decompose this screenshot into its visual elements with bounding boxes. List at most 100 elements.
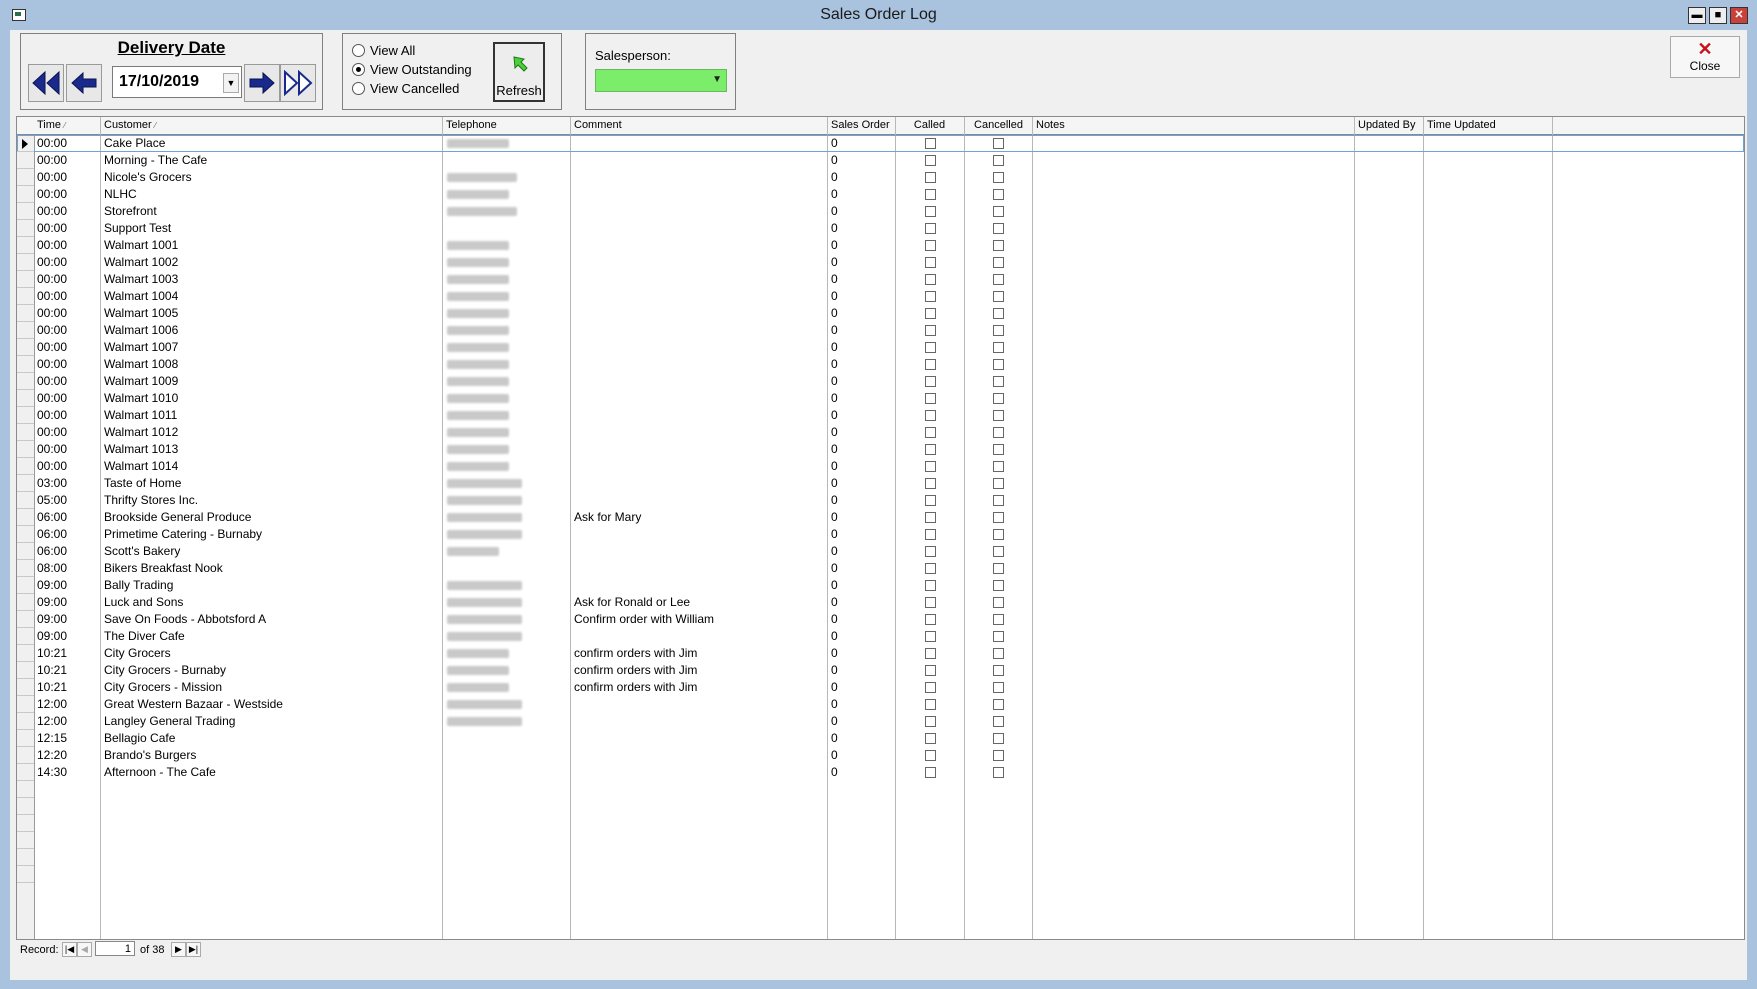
cancelled-checkbox[interactable] [993, 597, 1004, 608]
time-cell[interactable]: 06:00 [34, 509, 100, 526]
record-selector[interactable] [17, 594, 34, 611]
date-dropdown-icon[interactable]: ▼ [223, 73, 239, 93]
telephone-cell[interactable] [443, 237, 570, 254]
notes-cell[interactable] [1033, 152, 1354, 169]
telephone-cell[interactable] [443, 203, 570, 220]
telephone-cell[interactable] [443, 492, 570, 509]
called-checkbox[interactable] [925, 308, 936, 319]
telephone-cell[interactable] [443, 645, 570, 662]
table-row[interactable]: 00:00 NLHC 0 [17, 186, 1744, 203]
notes-cell[interactable] [1033, 475, 1354, 492]
comment-cell[interactable] [571, 764, 827, 781]
called-checkbox[interactable] [925, 172, 936, 183]
comment-cell[interactable] [571, 254, 827, 271]
telephone-cell[interactable] [443, 254, 570, 271]
time-cell[interactable]: 03:00 [34, 475, 100, 492]
maximize-button[interactable]: ■ [1709, 7, 1727, 24]
table-row[interactable]: 00:00 Walmart 1001 0 [17, 237, 1744, 254]
time-cell[interactable]: 12:00 [34, 696, 100, 713]
record-selector[interactable] [17, 509, 34, 526]
called-checkbox[interactable] [925, 767, 936, 778]
time-cell[interactable]: 09:00 [34, 594, 100, 611]
previous-record-button[interactable]: ◀ [77, 942, 92, 957]
comment-cell[interactable]: Confirm order with William [571, 611, 827, 628]
notes-cell[interactable] [1033, 169, 1354, 186]
sales-order-cell[interactable]: 0 [828, 628, 895, 645]
time-cell[interactable]: 00:00 [34, 169, 100, 186]
updated-by-cell[interactable] [1355, 373, 1423, 390]
called-checkbox[interactable] [925, 733, 936, 744]
sales-order-cell[interactable]: 0 [828, 475, 895, 492]
time-updated-cell[interactable] [1424, 203, 1552, 220]
notes-cell[interactable] [1033, 237, 1354, 254]
time-updated-cell[interactable] [1424, 152, 1552, 169]
comment-cell[interactable] [571, 373, 827, 390]
comment-cell[interactable] [571, 186, 827, 203]
column-header-telephone[interactable]: Telephone [443, 117, 570, 134]
sales-order-cell[interactable]: 0 [828, 203, 895, 220]
comment-cell[interactable] [571, 339, 827, 356]
updated-by-cell[interactable] [1355, 526, 1423, 543]
time-cell[interactable]: 09:00 [34, 611, 100, 628]
cancelled-checkbox[interactable] [993, 410, 1004, 421]
notes-cell[interactable] [1033, 594, 1354, 611]
telephone-cell[interactable] [443, 288, 570, 305]
time-updated-cell[interactable] [1424, 322, 1552, 339]
table-row[interactable]: 00:00 Walmart 1004 0 [17, 288, 1744, 305]
cancelled-checkbox[interactable] [993, 342, 1004, 353]
cancelled-checkbox[interactable] [993, 308, 1004, 319]
record-selector[interactable] [17, 611, 34, 628]
telephone-cell[interactable] [443, 220, 570, 237]
cancelled-checkbox[interactable] [993, 716, 1004, 727]
comment-cell[interactable] [571, 441, 827, 458]
table-row[interactable]: 10:21 City Grocers confirm orders with Jim… [17, 645, 1744, 662]
telephone-cell[interactable] [443, 747, 570, 764]
sales-order-cell[interactable]: 0 [828, 373, 895, 390]
table-row[interactable]: 00:00 Walmart 1009 0 [17, 373, 1744, 390]
updated-by-cell[interactable] [1355, 475, 1423, 492]
cancelled-checkbox[interactable] [993, 444, 1004, 455]
comment-cell[interactable] [571, 271, 827, 288]
telephone-cell[interactable] [443, 186, 570, 203]
sales-order-cell[interactable]: 0 [828, 577, 895, 594]
cancelled-checkbox[interactable] [993, 172, 1004, 183]
time-updated-cell[interactable] [1424, 254, 1552, 271]
telephone-cell[interactable] [443, 339, 570, 356]
comment-cell[interactable] [571, 577, 827, 594]
customer-cell[interactable]: Walmart 1009 [101, 373, 442, 390]
cancelled-checkbox[interactable] [993, 478, 1004, 489]
cancelled-checkbox[interactable] [993, 291, 1004, 302]
time-cell[interactable]: 00:00 [34, 254, 100, 271]
time-updated-cell[interactable] [1424, 237, 1552, 254]
called-checkbox[interactable] [925, 682, 936, 693]
updated-by-cell[interactable] [1355, 764, 1423, 781]
sales-order-cell[interactable]: 0 [828, 390, 895, 407]
customer-cell[interactable]: Morning - The Cafe [101, 152, 442, 169]
record-selector[interactable] [17, 441, 34, 458]
time-updated-cell[interactable] [1424, 679, 1552, 696]
record-selector[interactable] [17, 764, 34, 781]
cancelled-checkbox[interactable] [993, 750, 1004, 761]
telephone-cell[interactable] [443, 628, 570, 645]
time-updated-cell[interactable] [1424, 220, 1552, 237]
column-header-sales-order[interactable]: Sales Order [828, 117, 895, 134]
comment-cell[interactable] [571, 220, 827, 237]
cancelled-checkbox[interactable] [993, 495, 1004, 506]
notes-cell[interactable] [1033, 339, 1354, 356]
notes-cell[interactable] [1033, 135, 1354, 152]
sales-order-cell[interactable]: 0 [828, 764, 895, 781]
record-selector[interactable] [17, 339, 34, 356]
time-updated-cell[interactable] [1424, 713, 1552, 730]
comment-cell[interactable]: Ask for Ronald or Lee [571, 594, 827, 611]
cancelled-checkbox[interactable] [993, 614, 1004, 625]
refresh-button[interactable]: Refresh [493, 42, 545, 102]
record-selector[interactable] [17, 730, 34, 747]
table-row[interactable]: 00:00 Walmart 1011 0 [17, 407, 1744, 424]
comment-cell[interactable] [571, 526, 827, 543]
updated-by-cell[interactable] [1355, 594, 1423, 611]
cancelled-checkbox[interactable] [993, 682, 1004, 693]
table-row[interactable]: 00:00 Nicole's Grocers 0 [17, 169, 1744, 186]
notes-cell[interactable] [1033, 356, 1354, 373]
telephone-cell[interactable] [443, 441, 570, 458]
telephone-cell[interactable] [443, 373, 570, 390]
